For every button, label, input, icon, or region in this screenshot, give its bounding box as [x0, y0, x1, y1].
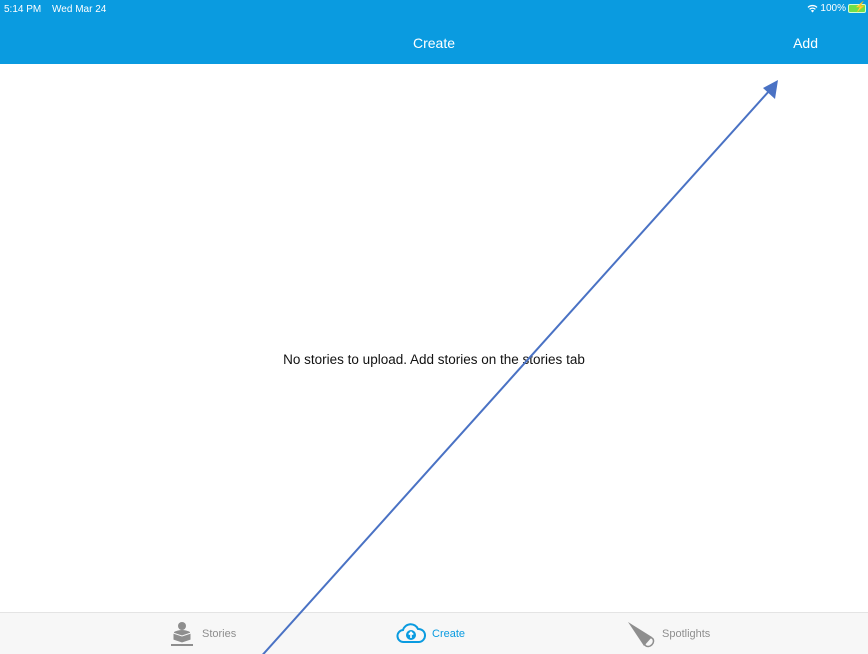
charging-bolt-icon: ⚡ [854, 2, 867, 13]
cloud-upload-icon [396, 623, 426, 643]
status-date: Wed Mar 24 [52, 4, 107, 15]
empty-state-message: No stories to upload. Add stories on the… [283, 352, 585, 367]
page-title: Create [412, 35, 456, 51]
tab-stories-label: Stories [202, 628, 237, 640]
tab-bar: Stories Create Spotlights [0, 612, 868, 654]
status-bar: 5:14 PM Wed Mar 24 100% ⚡ [0, 0, 868, 18]
tab-spotlights-label: Spotlights [662, 628, 711, 640]
create-screen: 5:14 PM Wed Mar 24 100% ⚡ Create Add No … [0, 0, 868, 654]
tab-create[interactable]: Create [396, 613, 465, 654]
tab-spotlights[interactable]: Spotlights [626, 613, 710, 654]
status-right: 100% ⚡ [807, 3, 866, 14]
status-left: 5:14 PM Wed Mar 24 [4, 4, 114, 15]
tab-stories[interactable]: Stories [168, 613, 236, 654]
wifi-icon [807, 4, 818, 13]
status-time: 5:14 PM [4, 4, 42, 15]
battery-percent: 100% [820, 3, 846, 14]
reader-icon [171, 622, 193, 646]
tab-create-label: Create [432, 628, 466, 640]
add-button[interactable]: Add [793, 35, 818, 51]
spotlight-icon [628, 622, 655, 648]
annotation-arrow [262, 80, 778, 654]
navigation-bar: 5:14 PM Wed Mar 24 100% ⚡ Create Add [0, 0, 868, 64]
battery-icon: ⚡ [848, 2, 867, 13]
